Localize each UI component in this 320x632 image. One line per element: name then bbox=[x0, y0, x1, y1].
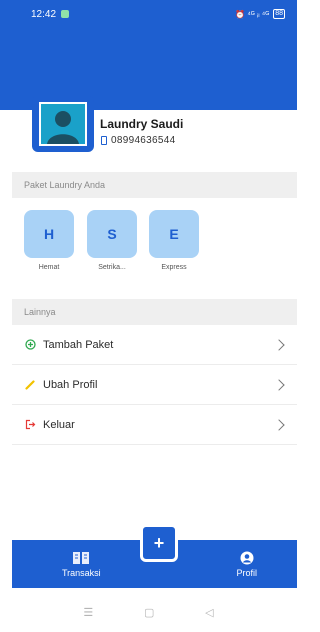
package-tile[interactable]: S bbox=[87, 210, 137, 258]
pencil-icon bbox=[24, 379, 36, 391]
chevron-right-icon bbox=[273, 378, 285, 391]
menu-item-ubah-profil[interactable]: Ubah Profil bbox=[12, 365, 297, 405]
avatar-frame bbox=[32, 96, 94, 152]
package-tile[interactable]: H bbox=[24, 210, 74, 258]
user-silhouette-icon bbox=[41, 104, 85, 144]
package-item-setrika[interactable]: S Setrika... bbox=[87, 210, 137, 271]
nav-label-transaksi: Transaksi bbox=[62, 567, 101, 578]
package-label: Express bbox=[161, 264, 187, 271]
nav-item-profil[interactable]: Profil bbox=[236, 551, 257, 578]
package-label: Setrika... bbox=[98, 264, 126, 271]
back-icon[interactable]: ◁ bbox=[205, 606, 213, 619]
menu-label: Tambah Paket bbox=[43, 338, 114, 351]
status-left: 12:42 bbox=[31, 8, 70, 20]
app-notification-icon bbox=[61, 10, 70, 18]
avatar[interactable] bbox=[39, 102, 87, 146]
package-item-hemat[interactable]: H Hemat bbox=[24, 210, 74, 271]
menu-item-keluar[interactable]: Keluar bbox=[12, 405, 297, 445]
status-indicators: ⏰ ⁴ᴳ ᵢₗ ⁴ᴳ bbox=[235, 9, 270, 19]
nav-item-transaksi[interactable]: Transaksi bbox=[62, 551, 101, 578]
status-right: ⏰ ⁴ᴳ ᵢₗ ⁴ᴳ 88 bbox=[235, 9, 285, 19]
home-icon[interactable]: ▢ bbox=[144, 606, 154, 619]
status-time: 12:42 bbox=[31, 8, 57, 20]
package-label: Hemat bbox=[38, 264, 60, 271]
nav-label-profil: Profil bbox=[236, 567, 257, 578]
battery-icon: 88 bbox=[273, 9, 285, 19]
menu-label: Ubah Profil bbox=[43, 378, 98, 391]
package-tile[interactable]: E bbox=[149, 210, 199, 258]
profile-name: Laundry Saudi bbox=[100, 117, 184, 131]
user-circle-icon bbox=[240, 551, 254, 564]
menu-icon[interactable]: ☰ bbox=[83, 606, 93, 619]
packages-section-title: Paket Laundry Anda bbox=[24, 180, 106, 190]
menu-item-tambah-paket[interactable]: Tambah Paket bbox=[12, 325, 297, 365]
profile-screen: 12:42 ⏰ ⁴ᴳ ᵢₗ ⁴ᴳ 88 Laundry Saudi 089946… bbox=[0, 0, 297, 632]
menu-label: Keluar bbox=[43, 418, 75, 431]
system-navigation-bar: ☰ ▢ ◁ bbox=[0, 592, 297, 632]
profile-phone-row: 08994636544 bbox=[101, 135, 175, 146]
plus-circle-icon bbox=[24, 339, 36, 351]
chevron-right-icon bbox=[273, 418, 285, 431]
logout-icon bbox=[24, 419, 36, 431]
book-icon bbox=[73, 551, 90, 564]
phone-icon bbox=[101, 136, 107, 145]
other-section-title: Lainnya bbox=[24, 307, 56, 317]
packages-section-header: Paket Laundry Anda bbox=[12, 172, 297, 198]
package-item-express[interactable]: E Express bbox=[149, 210, 199, 271]
other-section-header: Lainnya bbox=[12, 299, 297, 325]
chevron-right-icon bbox=[273, 338, 285, 351]
status-bar: 12:42 ⏰ ⁴ᴳ ᵢₗ ⁴ᴳ 88 bbox=[0, 0, 297, 28]
add-fab-button[interactable]: + bbox=[140, 524, 178, 562]
profile-phone: 08994636544 bbox=[111, 135, 176, 146]
